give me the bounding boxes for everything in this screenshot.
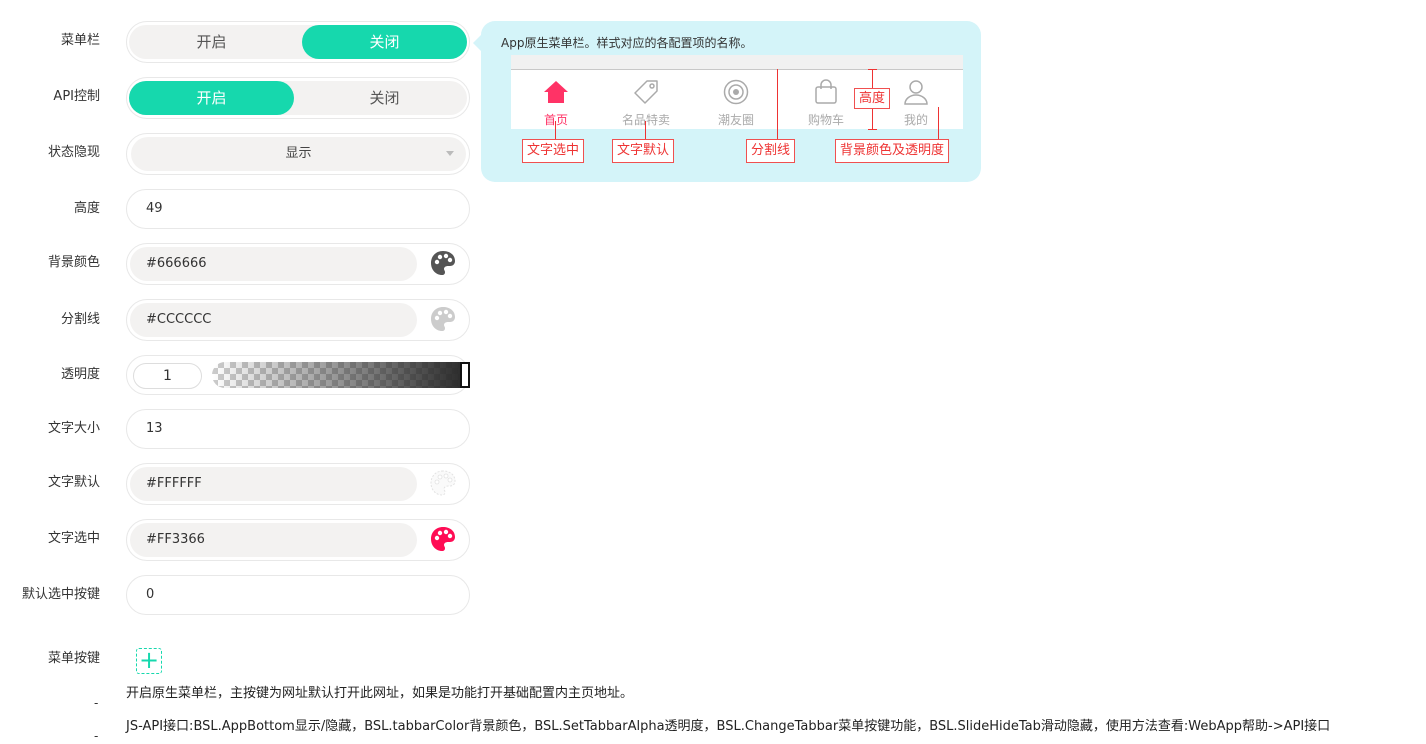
text-selected-color-input[interactable]: #FF3366	[130, 523, 417, 557]
preview-tab-home: 首页	[511, 79, 601, 128]
font-size-label: 文字大小	[47, 421, 100, 436]
preview-divider-line	[511, 69, 963, 70]
status-visibility-label: 状态隐现	[47, 145, 100, 160]
api-control-toggle: 开启 关闭	[129, 81, 467, 115]
callout-line-selected	[555, 121, 556, 139]
preview-tabbar: 首页 名品特卖 潮友圈 购物车 我的	[511, 55, 963, 129]
bg-color-input[interactable]: #666666	[130, 247, 417, 281]
text-default-palette-icon[interactable]	[430, 470, 456, 496]
height-measure-cap-bottom	[868, 129, 877, 130]
menubar-off-option[interactable]: 关闭	[302, 25, 467, 59]
status-visibility-select[interactable]: 显示	[131, 137, 466, 171]
callout-bg-opacity: 背景颜色及透明度	[835, 139, 950, 163]
text-default-label: 文字默认	[47, 475, 100, 490]
opacity-slider[interactable]	[212, 362, 468, 388]
default-selected-button-value: 0	[146, 587, 155, 602]
add-menu-button[interactable]: +	[136, 648, 162, 674]
divider-color-input[interactable]: #CCCCCC	[130, 303, 417, 337]
tag-icon	[634, 80, 658, 104]
opacity-input[interactable]: 1	[133, 363, 202, 389]
api-control-off-option[interactable]: 关闭	[302, 81, 467, 115]
font-size-input[interactable]	[126, 409, 470, 449]
preview-tab-circle: 潮友圈	[691, 79, 781, 128]
preview-title: App原生菜单栏。样式对应的各配置项的名称。	[501, 36, 753, 50]
height-label: 高度	[73, 201, 100, 216]
text-default-color-input[interactable]: #FFFFFF	[130, 467, 417, 501]
bg-color-palette-icon[interactable]	[430, 250, 456, 276]
text-selected-label: 文字选中	[47, 531, 100, 546]
preview-tab-label: 购物车	[807, 113, 844, 127]
default-selected-button-input[interactable]	[126, 575, 470, 615]
callout-text-selected: 文字选中	[522, 139, 585, 163]
caret-down-icon	[446, 151, 454, 156]
note-dash-1: -	[94, 696, 99, 710]
height-value: 49	[146, 201, 163, 216]
status-visibility-value: 显示	[285, 146, 312, 161]
callout-height: 高度	[854, 88, 891, 109]
callout-divider: 分割线	[746, 139, 796, 163]
api-control-on-option[interactable]: 开启	[129, 81, 294, 115]
height-input[interactable]	[126, 189, 470, 229]
divider-label: 分割线	[60, 312, 100, 327]
menubar-toggle: 开启 关闭	[129, 25, 467, 59]
divider-palette-icon[interactable]	[430, 306, 456, 332]
preview-tab-label: 我的	[903, 113, 928, 127]
callout-line-default	[645, 121, 646, 139]
shopping-bag-icon	[815, 79, 837, 104]
home-icon	[544, 81, 568, 103]
menu-buttons-label: 菜单按键	[47, 651, 100, 666]
text-selected-palette-icon[interactable]	[430, 526, 456, 552]
note-dash-2: -	[94, 729, 99, 743]
api-control-label: API控制	[53, 89, 100, 104]
plus-icon: +	[138, 646, 160, 674]
opacity-slider-handle[interactable]	[460, 362, 470, 388]
font-size-value: 13	[146, 421, 163, 436]
tabbar-preview-panel: App原生菜单栏。样式对应的各配置项的名称。 首页 名品特卖 潮友圈 购物车 我…	[473, 21, 981, 182]
bg-color-label: 背景颜色	[47, 255, 100, 270]
callout-line-divider	[777, 69, 778, 139]
note-js-api: JS-API接口:BSL.AppBottom显示/隐藏，BSL.tabbarCo…	[126, 719, 1331, 734]
callout-line-bg	[938, 107, 939, 139]
note-menubar: 开启原生菜单栏，主按键为网址默认打开此网址，如果是功能打开基础配置内主页地址。	[126, 686, 634, 701]
opacity-label: 透明度	[60, 367, 100, 382]
menubar-label: 菜单栏	[60, 33, 100, 48]
height-measure-cap-top	[868, 69, 877, 70]
circle-target-icon	[723, 79, 749, 105]
user-icon	[904, 80, 928, 105]
default-selected-button-label: 默认选中按键	[21, 587, 100, 602]
preview-tab-sale: 名品特卖	[601, 79, 691, 128]
menubar-on-option[interactable]: 开启	[129, 25, 294, 59]
preview-tab-label: 潮友圈	[717, 113, 754, 127]
callout-text-default: 文字默认	[612, 139, 675, 163]
